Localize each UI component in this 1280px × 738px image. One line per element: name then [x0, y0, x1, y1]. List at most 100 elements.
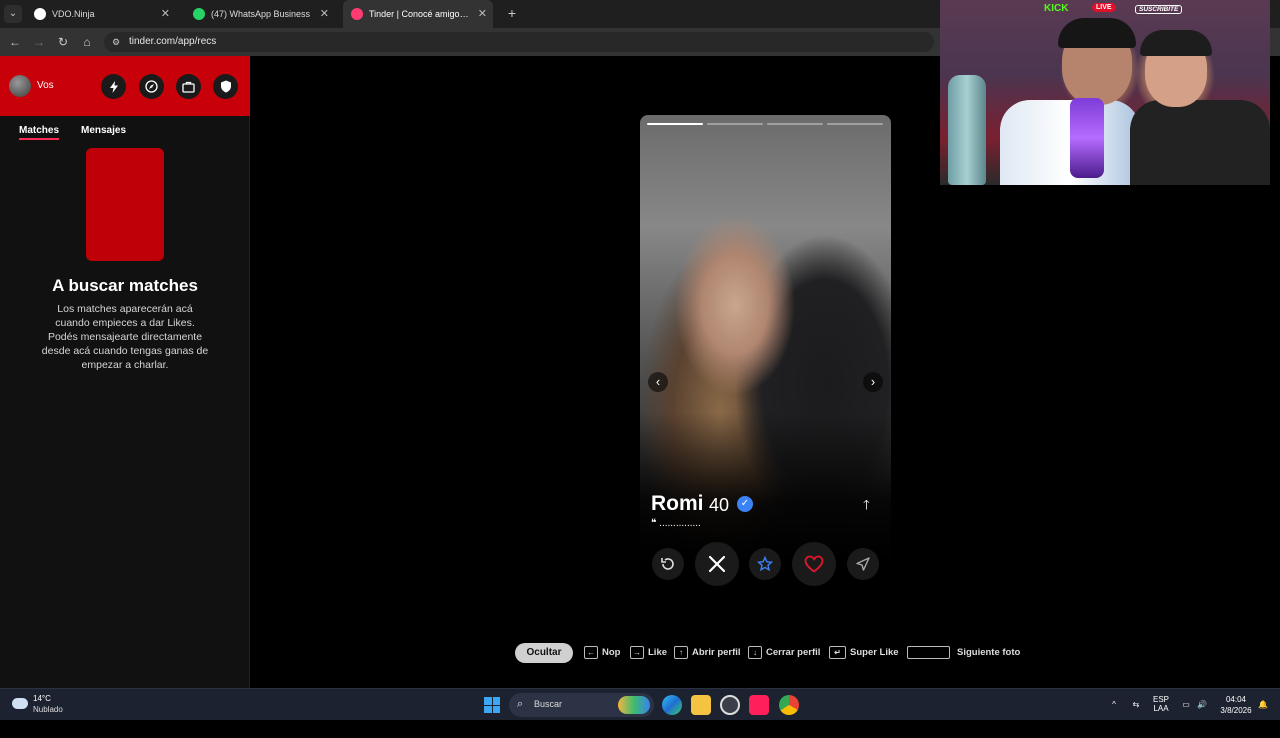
- windows-start-icon[interactable]: [484, 697, 500, 713]
- edge-icon[interactable]: [662, 695, 682, 715]
- taskbar: 14°C Nublado ⌕ Buscar ^ ⇆ ESP LAA ▭ 🔊 04…: [0, 688, 1280, 720]
- shortcut-open-profile: ↑ Abrir perfil: [674, 643, 741, 663]
- rewind-button[interactable]: [652, 548, 684, 580]
- back-icon[interactable]: ←: [7, 34, 23, 50]
- webcam-overlay: KICK LIVE SUSCRIBITE: [940, 0, 1270, 185]
- network-icon[interactable]: ⇆: [1128, 689, 1144, 721]
- bolt-icon: [109, 80, 118, 93]
- super-like-button[interactable]: [749, 548, 781, 580]
- bottle-image: [1070, 98, 1104, 178]
- nope-button[interactable]: [695, 542, 739, 586]
- key-up-icon: ↑: [674, 645, 688, 659]
- shortcut-label: Nop: [602, 647, 621, 658]
- like-icon: [804, 555, 824, 573]
- key-right-icon: →: [630, 645, 644, 659]
- previous-photo-icon[interactable]: ‹: [648, 372, 668, 392]
- weather-temperature[interactable]: 14°C: [33, 694, 51, 703]
- photo-progress-segment[interactable]: [767, 123, 823, 125]
- tab-vdo-ninja[interactable]: VDO.Ninja ✕: [26, 0, 176, 28]
- rewind-icon: [661, 558, 674, 570]
- open-profile-arrow-icon[interactable]: 🡑: [863, 496, 870, 518]
- nope-icon: [708, 555, 726, 573]
- chrome-icon[interactable]: [779, 695, 799, 715]
- url-text[interactable]: tinder.com/app/recs: [129, 32, 216, 52]
- shortcut-next-photo: Siguiente foto: [907, 643, 1020, 663]
- search-placeholder: Buscar: [534, 699, 563, 709]
- boost-button[interactable]: [847, 548, 879, 580]
- tiktok-icon[interactable]: [749, 695, 769, 715]
- boost-header-button[interactable]: [101, 74, 126, 99]
- weather-condition[interactable]: Nublado: [33, 705, 63, 714]
- tab-close-icon[interactable]: ✕: [161, 0, 170, 28]
- cap-image: [1058, 18, 1136, 48]
- tab-title: (47) WhatsApp Business: [211, 9, 311, 19]
- shortcut-like: → Like: [630, 643, 667, 663]
- taskbar-search[interactable]: ⌕ Buscar: [509, 693, 654, 717]
- safety-header-button[interactable]: [213, 74, 238, 99]
- shortcut-label: Super Like: [850, 647, 899, 658]
- photo-progress-segment[interactable]: [827, 123, 883, 125]
- like-button[interactable]: [792, 542, 836, 586]
- shortcut-label: Siguiente foto: [957, 647, 1021, 658]
- profile-link[interactable]: Vos: [37, 80, 54, 91]
- tray-expand-icon[interactable]: ^: [1108, 689, 1120, 721]
- key-space-icon: [907, 645, 950, 659]
- photo-progress-segment[interactable]: [647, 123, 703, 125]
- new-tab-button[interactable]: +: [505, 0, 519, 28]
- explore-header-button[interactable]: [139, 74, 164, 99]
- tab-tinder[interactable]: Tinder | Conocé amigos y gente ✕: [343, 0, 493, 28]
- shield-icon: [220, 80, 231, 93]
- super-like-icon: [757, 556, 773, 572]
- tab-close-icon[interactable]: ✕: [320, 0, 329, 28]
- forward-icon[interactable]: →: [31, 34, 47, 50]
- avatar[interactable]: [9, 75, 31, 97]
- url-field[interactable]: ⚙ tinder.com/app/recs: [104, 32, 934, 52]
- reload-icon[interactable]: ↻: [55, 34, 71, 50]
- tab-matches[interactable]: Matches: [19, 125, 60, 140]
- kick-logo: KICK: [1044, 3, 1069, 14]
- notification-bell-icon[interactable]: 🔔: [1257, 689, 1269, 721]
- shortcut-close-profile: ↓ Cerrar perfil: [748, 643, 820, 663]
- empty-match-card: [86, 148, 164, 261]
- empty-state-title: A buscar matches: [52, 276, 198, 295]
- tab-title: VDO.Ninja: [52, 9, 95, 19]
- obs-icon[interactable]: [720, 695, 740, 715]
- search-highlight-icon: [618, 696, 650, 714]
- key-down-icon: ↓: [748, 645, 762, 659]
- verified-badge-icon: ✓: [737, 496, 753, 512]
- shortcut-label: Like: [648, 647, 668, 658]
- work-header-button[interactable]: [176, 74, 201, 99]
- profile-name[interactable]: Romi: [651, 492, 704, 516]
- language-code: ESP: [1152, 695, 1169, 704]
- cloud-icon[interactable]: [12, 698, 28, 709]
- language-layout: LAA: [1153, 704, 1169, 713]
- clock-date[interactable]: 3/8/2026: [1212, 706, 1260, 738]
- file-explorer-icon[interactable]: [691, 695, 711, 715]
- tab-whatsapp[interactable]: (47) WhatsApp Business ✕: [185, 0, 335, 28]
- shortcut-super-like: ↵ Super Like: [829, 643, 899, 663]
- volume-icon[interactable]: 🔊: [1196, 689, 1208, 721]
- photo-progress-segment[interactable]: [707, 123, 763, 125]
- whatsapp-favicon-icon: [193, 8, 205, 20]
- sidebar-header: Vos: [0, 56, 250, 116]
- tab-title: Tinder | Conocé amigos y gente: [369, 9, 471, 19]
- vdo-ninja-favicon-icon: [34, 8, 46, 20]
- boost-icon: [856, 557, 870, 571]
- profile-card[interactable]: ‹ › Romi 40 ✓ 🡑 ❝ ...............: [640, 115, 891, 562]
- compass-icon: [145, 80, 158, 93]
- key-enter-icon: ↵: [829, 645, 846, 659]
- shortcut-nope: ← Nop: [584, 643, 620, 663]
- shortcut-label: Abrir perfil: [692, 647, 741, 658]
- next-photo-icon[interactable]: ›: [863, 372, 883, 392]
- home-icon[interactable]: ⌂: [79, 34, 95, 50]
- hide-shortcuts-button[interactable]: Ocultar: [515, 643, 573, 663]
- site-info-icon[interactable]: ⚙: [112, 36, 122, 48]
- display-icon[interactable]: ▭: [1180, 689, 1192, 721]
- thermos-image: [948, 75, 986, 185]
- tinder-favicon-icon: [351, 8, 363, 20]
- tab-search-button[interactable]: ⌄: [4, 5, 22, 23]
- language-indicator[interactable]: ESP LAA: [1148, 689, 1174, 721]
- tab-close-icon[interactable]: ✕: [478, 0, 487, 28]
- tab-mensajes[interactable]: Mensajes: [81, 125, 126, 136]
- person-right: [1130, 100, 1270, 185]
